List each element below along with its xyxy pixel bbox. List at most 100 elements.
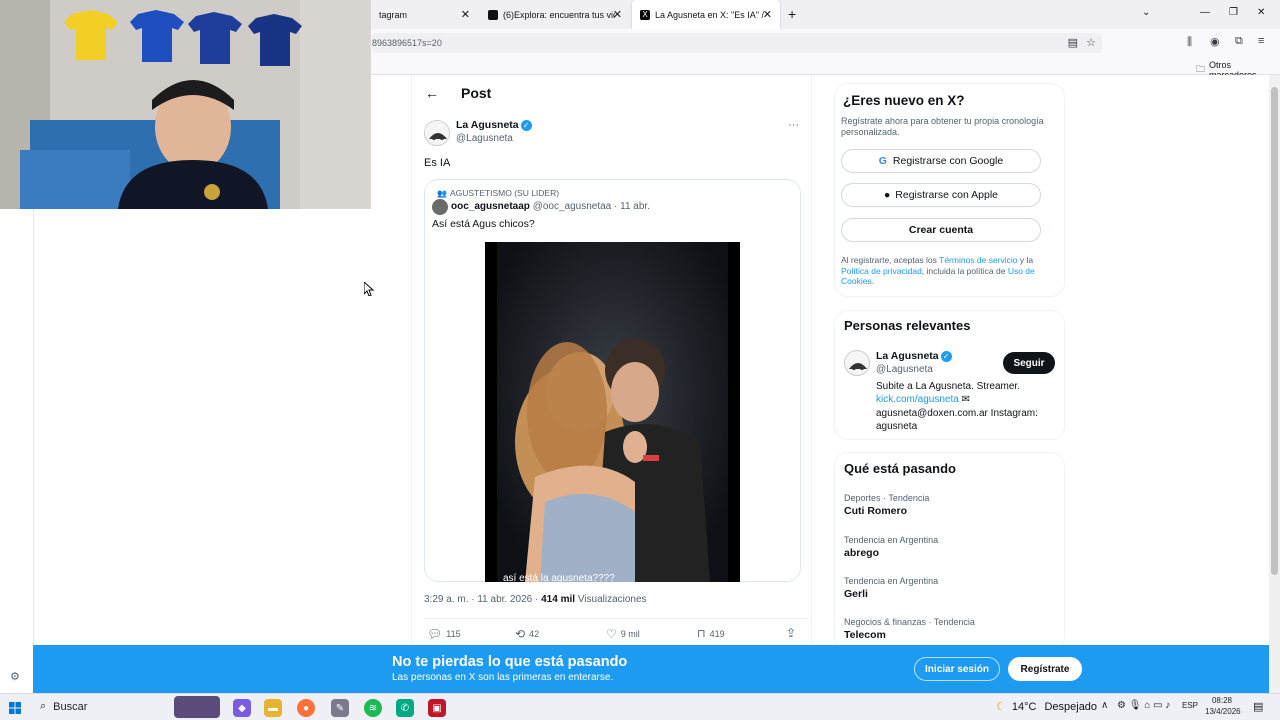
trend-item[interactable]: Tendencia en Argentina Gerli (844, 576, 938, 600)
community-row: 👥 AGUSTETISMO (SU LIDER) (437, 188, 559, 198)
extensions-icon[interactable]: ⧉ (1235, 35, 1243, 48)
create-account-button[interactable]: Crear cuenta (841, 218, 1041, 242)
quote-image[interactable]: así está la agusneta???? (485, 242, 740, 582)
maximize-icon[interactable]: ❐ (1229, 7, 1238, 18)
clock-date: 13/4/2026 (1205, 707, 1241, 716)
notification-icon[interactable]: ▤ (1253, 700, 1263, 713)
register-button[interactable]: Regístrate (1008, 657, 1082, 681)
repost-button[interactable]: ⟲ 42 (515, 627, 539, 641)
left-gutter: ⚙ (0, 209, 34, 693)
author-name[interactable]: La Agusneta (456, 119, 519, 131)
language-indicator[interactable]: ESP (1182, 701, 1198, 710)
post-time[interactable]: 3:29 a. m. · 11 abr. 2026 · (424, 594, 538, 605)
back-arrow-icon[interactable]: ← (425, 85, 439, 101)
minimize-icon[interactable]: — (1200, 7, 1210, 18)
bio-link[interactable]: kick.com/agusneta (876, 394, 959, 405)
news-widget-icon[interactable] (174, 696, 220, 718)
trend-item[interactable]: Negocios & finanzas · Tendencia Telecom (844, 617, 975, 641)
relevant-name-row[interactable]: La Agusneta ✓ (876, 350, 952, 362)
relevant-bio: Subite a La Agusneta. Streamer. kick.com… (876, 380, 1056, 433)
tab-x-post[interactable]: X La Agusneta en X: "Es IA" / X ✕ (632, 0, 780, 29)
taskbar: ⌕ Buscar ◆ ▬ ● ✎ ≋ ✆ ▣ ☾ 14°C Despejado … (0, 693, 1280, 720)
legal-text: , incluida la política de (921, 265, 1006, 276)
mouse-cursor (363, 280, 375, 297)
relevant-handle[interactable]: @Lagusneta (876, 364, 933, 375)
whatsapp-icon[interactable]: ✆ (396, 699, 414, 717)
bio-text: Subite a La Agusneta. Streamer. (876, 381, 1020, 392)
relevant-name[interactable]: La Agusneta (876, 350, 939, 362)
more-options-icon[interactable]: ··· (788, 119, 799, 131)
trend-meta: Tendencia en Argentina (844, 535, 939, 545)
bookmark-star-icon[interactable]: ☆ (1086, 33, 1096, 53)
terms-link[interactable]: Términos de servicio (939, 255, 1017, 265)
create-account-label: Crear cuenta (908, 224, 974, 236)
new-tab-button[interactable]: + (788, 6, 796, 22)
file-explorer-icon[interactable]: ▬ (264, 699, 282, 717)
community-name[interactable]: AGUSTETISMO (SU LIDER) (450, 188, 559, 198)
tab-tiktok[interactable]: (6)Explora: encuentra tus videos ✕ (480, 0, 630, 29)
trend-item[interactable]: Tendencia en Argentina abrego (844, 535, 938, 559)
quote-date[interactable]: · 11 abr. (614, 201, 650, 212)
tray-icons[interactable]: ⚙ 🎙 ⌂ ▭ ♪ (1117, 700, 1170, 711)
share-icon[interactable]: ⇪ (786, 626, 796, 640)
quote-author-name[interactable]: ooc_agusnetaap (451, 201, 530, 212)
reader-view-icon[interactable]: ▤ (1068, 33, 1078, 53)
community-icon: 👥 (437, 188, 447, 198)
trend-meta: Negocios & finanzas · Tendencia (844, 617, 975, 627)
bookmark-count: 419 (709, 628, 725, 639)
scrollbar[interactable] (1269, 75, 1280, 693)
signup-subtitle: Regístrate ahora para obtener tu propia … (841, 116, 1044, 137)
follow-button[interactable]: Seguir (1003, 352, 1055, 374)
copilot-icon[interactable]: ◆ (233, 699, 251, 717)
apple-signup-button[interactable]: ● Registrarse con Apple (841, 183, 1041, 207)
like-count: 9 mil (620, 629, 640, 639)
weather-desc: Despejado (1044, 700, 1098, 713)
tab-instagram[interactable]: tagram ✕ (371, 0, 478, 29)
menu-icon[interactable]: ≡ (1258, 35, 1264, 47)
clock[interactable]: 08:28 13/4/2026 (1205, 696, 1241, 716)
author-name-row[interactable]: La Agusneta ✓ (456, 119, 532, 131)
reply-button[interactable]: 💬︎ 115 (427, 627, 461, 641)
account-icon[interactable]: ◉ (1210, 35, 1220, 48)
library-icon[interactable]: ⫼ (1187, 36, 1192, 49)
repost-count: 42 (529, 629, 540, 639)
scrollbar-thumb[interactable] (1271, 87, 1278, 575)
avatar[interactable] (424, 120, 450, 146)
webcam-overlay (0, 0, 371, 209)
legal-text: y la (1019, 255, 1034, 265)
login-button[interactable]: Iniciar sesión (914, 657, 1000, 681)
firefox-icon[interactable]: ● (297, 699, 315, 717)
privacy-link[interactable]: Política de privacidad (841, 266, 922, 276)
trend-item[interactable]: Deportes · Tendencia Cuti Romero (844, 493, 929, 517)
chevron-down-icon[interactable]: ⌄ (1142, 7, 1150, 18)
close-icon[interactable]: ✕ (763, 8, 772, 21)
x-logo-icon: X (640, 9, 650, 20)
app-icon[interactable]: ✎ (331, 699, 349, 717)
avatar[interactable] (432, 199, 448, 215)
author-handle[interactable]: @Lagusneta (456, 133, 513, 144)
google-signup-button[interactable]: G Registrarse con Google (841, 149, 1041, 173)
close-icon[interactable]: ✕ (461, 8, 470, 21)
address-bar[interactable]: 8963896517s=20 ▤ ☆ (372, 33, 1102, 53)
window-close-icon[interactable]: ✕ (1257, 7, 1265, 18)
app-icon[interactable]: ▣ (428, 699, 446, 717)
spotify-icon[interactable]: ≋ (364, 699, 382, 717)
bookmark-button[interactable]: ⊓ 419 (697, 627, 725, 640)
google-signup-label: Registrarse con Google (892, 155, 1004, 167)
settings-gear-icon[interactable]: ⚙ (10, 670, 20, 683)
windows-start-icon[interactable] (9, 701, 21, 714)
close-icon[interactable]: ✕ (613, 8, 622, 21)
apple-signup-label: Registrarse con Apple (895, 189, 999, 201)
tab-title: tagram (379, 9, 408, 20)
like-button[interactable]: ♡ 9 mil (606, 627, 640, 641)
taskbar-search[interactable]: ⌕ Buscar (40, 700, 87, 713)
banner-title: No te pierdas lo que está pasando (392, 654, 628, 670)
chevron-up-icon[interactable]: ∧ (1101, 700, 1108, 711)
post-text: Es IA (424, 157, 451, 169)
avatar[interactable] (844, 350, 870, 376)
quote-author-handle[interactable]: @ooc_agusnetaa (533, 201, 612, 212)
page-title: Post (461, 85, 492, 101)
weather-widget[interactable]: ☾ 14°C Despejado (996, 700, 1098, 714)
signup-legal: Al registrarte, aceptas los Términos de … (841, 255, 1056, 287)
divider (424, 618, 810, 619)
